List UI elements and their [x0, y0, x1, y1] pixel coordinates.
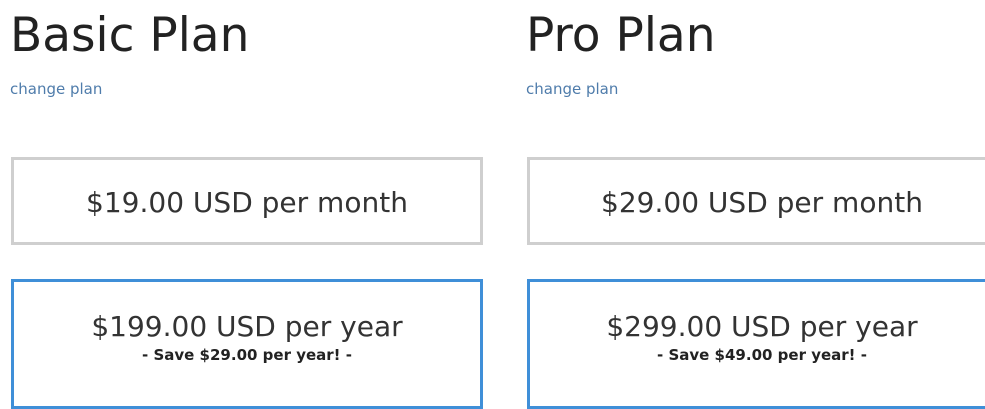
- monthly-price: $29.00 USD per month: [601, 186, 923, 219]
- yearly-savings: - Save $29.00 per year! -: [142, 346, 352, 364]
- monthly-option-button[interactable]: $19.00 USD per month: [11, 157, 483, 245]
- yearly-option-button[interactable]: $199.00 USD per year - Save $29.00 per y…: [11, 279, 483, 409]
- plan-title: Pro Plan: [526, 8, 716, 63]
- yearly-price: $199.00 USD per year: [91, 310, 403, 343]
- yearly-price: $299.00 USD per year: [606, 310, 918, 343]
- yearly-savings: - Save $49.00 per year! -: [657, 346, 867, 364]
- monthly-option-button[interactable]: $29.00 USD per month: [527, 157, 985, 245]
- change-plan-link[interactable]: change plan: [526, 79, 618, 99]
- plan-title: Basic Plan: [10, 8, 250, 63]
- monthly-price: $19.00 USD per month: [86, 186, 408, 219]
- yearly-option-button[interactable]: $299.00 USD per year - Save $49.00 per y…: [527, 279, 985, 409]
- change-plan-link[interactable]: change plan: [10, 79, 102, 99]
